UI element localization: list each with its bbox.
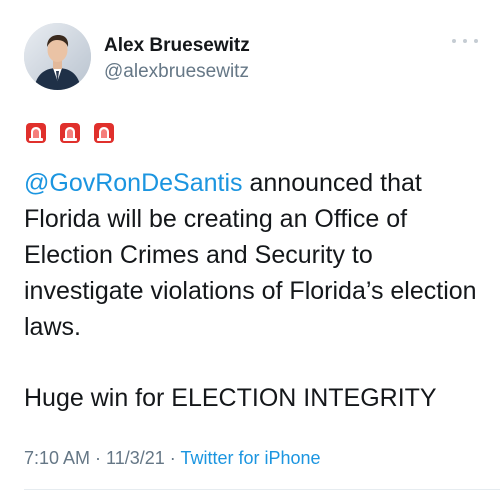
emoji-row — [24, 121, 116, 145]
divider — [24, 489, 500, 490]
tweet-text-line1-rest: announced that — [242, 169, 422, 197]
tweet-date[interactable]: 11/3/21 — [106, 448, 165, 468]
meta-separator: · — [90, 448, 107, 468]
police-light-emoji — [26, 123, 46, 143]
tweet-time[interactable]: 7:10 AM — [24, 448, 90, 468]
tweet-text-rest: Florida will be creating an Office of El… — [24, 205, 477, 341]
tweet-paragraph: @GovRonDeSantis announced that Florida w… — [24, 165, 484, 345]
tweet-card: Alex Bruesewitz @alexbruesewitz @GovRonD… — [0, 0, 500, 492]
author-display-name[interactable]: Alex Bruesewitz — [104, 34, 250, 58]
tweet-text-second-paragraph: Huge win for ELECTION INTEGRITY — [24, 384, 437, 412]
avatar[interactable] — [24, 23, 91, 90]
author-handle[interactable]: @alexbruesewitz — [104, 60, 250, 84]
tweet-source-link[interactable]: Twitter for iPhone — [180, 448, 320, 468]
tweet-meta: 7:10 AM · 11/3/21 · Twitter for iPhone — [24, 446, 321, 470]
author-block: Alex Bruesewitz @alexbruesewitz — [104, 34, 250, 84]
tweet-text: @GovRonDeSantis announced that Florida w… — [24, 165, 484, 345]
mention-link[interactable]: @GovRonDeSantis — [24, 169, 243, 197]
police-light-emoji — [94, 123, 114, 143]
meta-separator: · — [164, 448, 181, 468]
police-light-emoji — [60, 123, 80, 143]
more-options-icon[interactable] — [452, 36, 478, 46]
